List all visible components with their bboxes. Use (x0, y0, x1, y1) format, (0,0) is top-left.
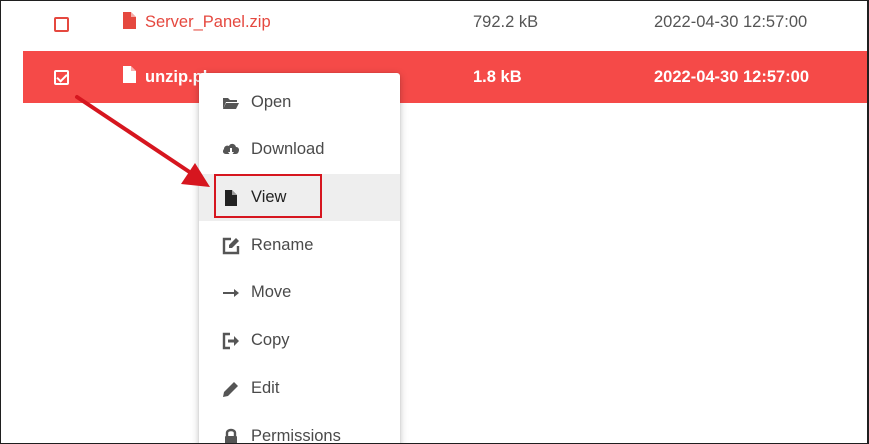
sign-out-icon (222, 332, 239, 350)
context-menu: Open Download View Rename Move Copy Edit… (199, 73, 400, 444)
menu-item-edit[interactable]: Edit (199, 365, 400, 412)
menu-label: Rename (251, 236, 314, 254)
folder-open-icon (223, 98, 239, 109)
row-checkbox[interactable] (54, 17, 69, 32)
menu-item-copy[interactable]: Copy (199, 317, 400, 364)
edit-square-icon (222, 237, 240, 255)
menu-label: Permissions (251, 427, 341, 444)
menu-item-permissions[interactable]: Permissions (199, 413, 400, 444)
file-manager-view: Server_Panel.zip 792.2 kB 2022-04-30 12:… (0, 0, 869, 444)
check-icon (56, 71, 68, 83)
file-modified: 2022-04-30 12:57:00 (654, 68, 810, 86)
menu-item-rename[interactable]: Rename (199, 222, 400, 269)
annotation-highlight-box (214, 174, 322, 218)
menu-label: Edit (251, 379, 280, 397)
file-modified: 2022-04-30 12:57:00 (654, 13, 808, 31)
pencil-icon (223, 382, 238, 397)
file-size: 792.2 kB (473, 13, 539, 31)
file-size: 1.8 kB (473, 68, 522, 86)
file-name[interactable]: Server_Panel.zip (145, 13, 271, 32)
file-icon (123, 66, 136, 83)
menu-label: Copy (251, 331, 290, 349)
menu-item-move[interactable]: Move (199, 269, 400, 316)
menu-label: Open (251, 93, 292, 111)
file-row-unzip-php[interactable]: unzip.php 1.8 kB 2022-04-30 12:57:00 (23, 51, 868, 103)
menu-item-download[interactable]: Download (199, 126, 400, 173)
file-row-server-panel[interactable]: Server_Panel.zip 792.2 kB 2022-04-30 12:… (23, 1, 868, 49)
menu-label: Move (251, 283, 292, 301)
arrow-right-icon (223, 289, 239, 297)
menu-item-open[interactable]: Open (199, 79, 400, 126)
lock-icon (225, 428, 237, 443)
cloud-download-icon (222, 143, 240, 156)
file-icon (123, 12, 136, 29)
menu-label: Download (251, 140, 325, 158)
row-checkbox-checked[interactable] (54, 70, 69, 85)
